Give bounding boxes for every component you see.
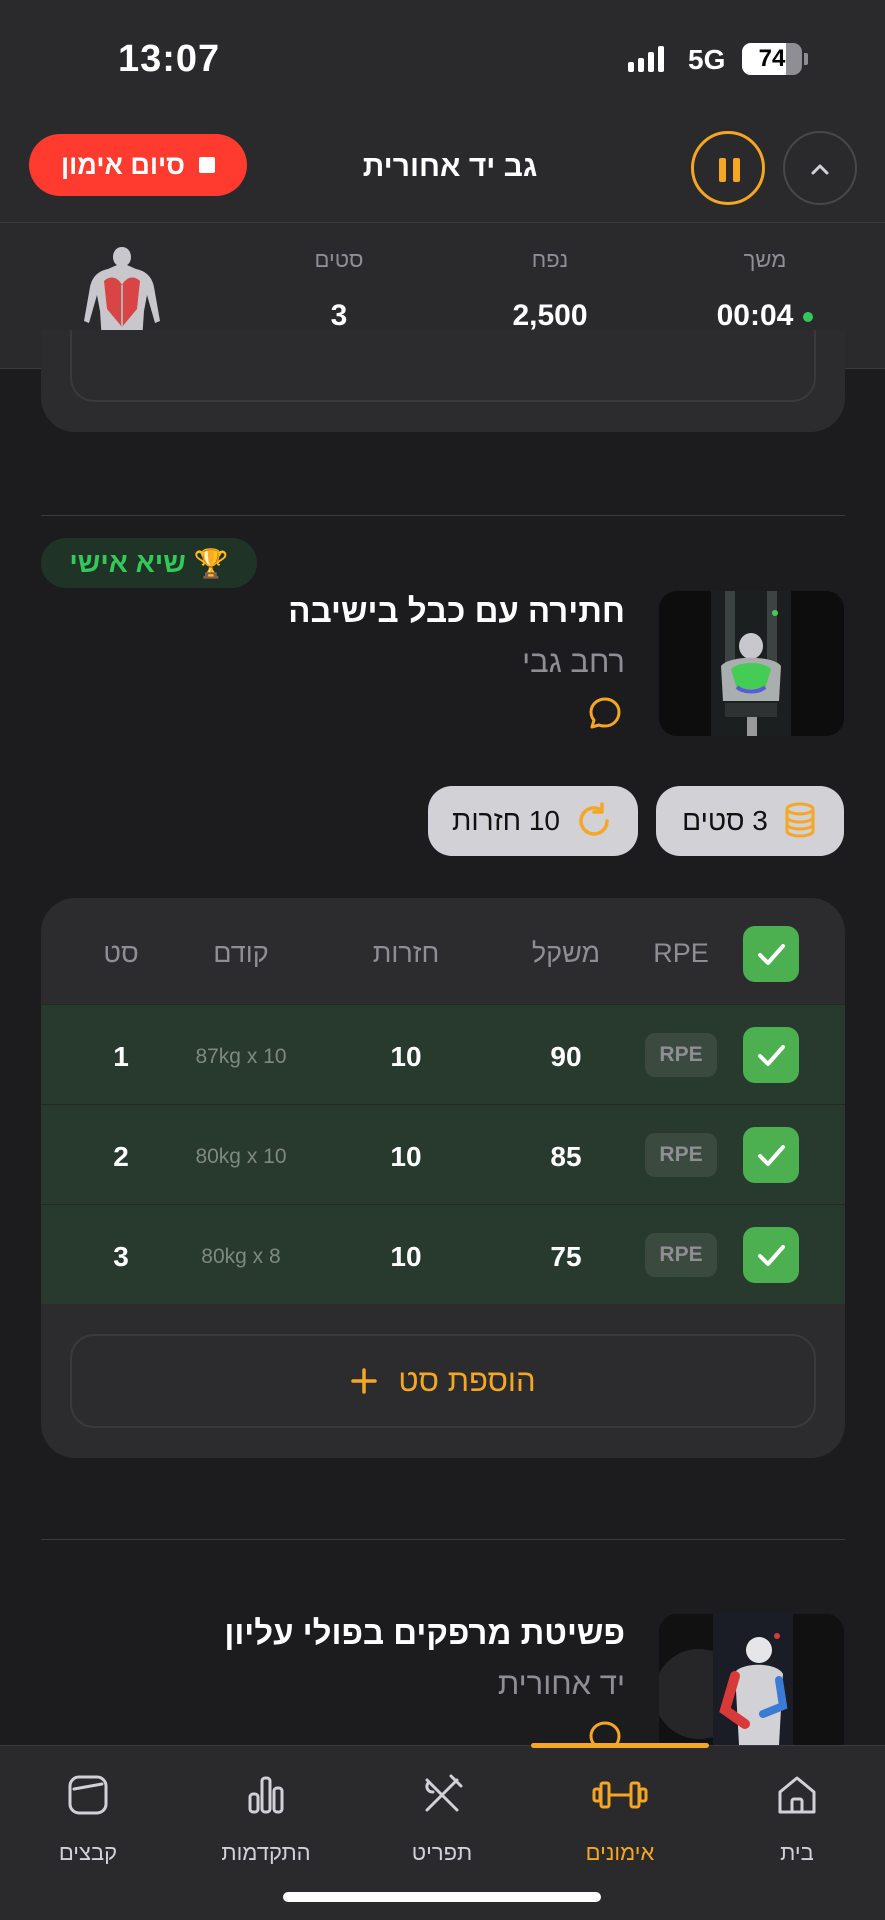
- folder-icon: [68, 1775, 108, 1815]
- check-all-checkbox[interactable]: [743, 926, 799, 982]
- trophy-icon: 🏆: [193, 547, 229, 579]
- tab-home[interactable]: בית: [727, 1770, 867, 1866]
- stop-icon: [199, 157, 216, 173]
- duration-stat-label: משך: [743, 247, 787, 272]
- battery-icon: 74: [742, 43, 802, 75]
- status-bar: 13:07 5G 74: [0, 0, 885, 120]
- status-time: 13:07: [118, 38, 221, 80]
- duration-stat: משך 00:04: [700, 247, 830, 333]
- exercise-muscle: יד אחורית: [497, 1666, 625, 1701]
- fork-knife-icon: [425, 1774, 463, 1812]
- signal-icon: [628, 46, 664, 72]
- weight-input[interactable]: 85: [501, 1141, 631, 1173]
- exercise-image[interactable]: [659, 1614, 844, 1745]
- tab-files[interactable]: קבצים: [18, 1770, 158, 1866]
- volume-stat-label: נפח: [531, 247, 569, 272]
- pr-badge-label: שיא אישי: [69, 547, 186, 578]
- tab-workouts[interactable]: אימונים: [550, 1770, 690, 1866]
- sets-pill-label: 3 סטים: [682, 805, 768, 836]
- tab-menu-label: תפריט: [411, 1840, 473, 1865]
- table-row: 3 80kg x 8 10 75 RPE: [41, 1204, 845, 1304]
- end-workout-button[interactable]: סיום אימון: [29, 134, 247, 196]
- weight-input[interactable]: 90: [501, 1041, 631, 1073]
- exercise-image[interactable]: [659, 591, 844, 736]
- end-workout-label: סיום אימון: [60, 149, 186, 180]
- checkmark-icon: [758, 944, 785, 965]
- set-complete-checkbox[interactable]: [743, 1227, 799, 1283]
- set-number: 3: [113, 1241, 129, 1272]
- rpe-button[interactable]: RPE: [645, 1033, 717, 1077]
- home-icon: [778, 1776, 816, 1814]
- checkmark-icon: [758, 1245, 785, 1266]
- header-set: סט: [103, 938, 139, 968]
- weight-input[interactable]: 75: [501, 1241, 631, 1273]
- volume-stat-value: 2,500: [512, 299, 588, 332]
- add-set-button[interactable]: הוספת סט: [70, 1334, 816, 1428]
- sets-table: סט קודם חזרות משקל RPE 1 87kg x 10 10 90…: [41, 898, 845, 1458]
- rpe-button[interactable]: RPE: [645, 1233, 717, 1277]
- previous-value[interactable]: 87kg x 10: [171, 1045, 311, 1069]
- header-rpe: RPE: [653, 938, 709, 968]
- workout-header: סיום אימון גב יד אחורית: [0, 120, 885, 223]
- previous-value[interactable]: 80kg x 10: [171, 1145, 311, 1169]
- header-previous: קודם: [213, 938, 269, 968]
- tab-files-label: קבצים: [58, 1840, 118, 1865]
- previous-value[interactable]: 80kg x 8: [171, 1245, 311, 1269]
- personal-record-badge: 🏆 שיא אישי: [41, 538, 257, 588]
- refresh-icon: [579, 802, 609, 836]
- rpe-button[interactable]: RPE: [645, 1133, 717, 1177]
- pause-button[interactable]: [691, 131, 765, 205]
- divider: [41, 515, 845, 516]
- sets-stat: סטים 3: [299, 247, 379, 333]
- tab-home-label: בית: [780, 1840, 814, 1865]
- reps-pill-label: 10 חזרות: [452, 805, 560, 836]
- plus-icon: [351, 1368, 378, 1394]
- set-complete-checkbox[interactable]: [743, 1027, 799, 1083]
- previous-add-set-button[interactable]: [70, 330, 816, 402]
- set-number: 1: [113, 1041, 129, 1072]
- tab-progress[interactable]: התקדמות: [196, 1770, 336, 1866]
- sets-pill[interactable]: 3 סטים: [656, 786, 844, 856]
- header-reps: חזרות: [372, 938, 440, 968]
- network-label: 5G: [688, 44, 726, 75]
- reps-input[interactable]: 10: [341, 1041, 471, 1073]
- reps-input[interactable]: 10: [341, 1241, 471, 1273]
- collapse-button[interactable]: [783, 131, 857, 205]
- workout-title: גב יד אחורית: [362, 150, 538, 183]
- chevron-up-icon: [811, 164, 829, 175]
- checkmark-icon: [758, 1045, 785, 1066]
- exercise-name[interactable]: פשיטת מרפקים בפולי עליון: [224, 1614, 625, 1652]
- table-row: 1 87kg x 10 10 90 RPE: [41, 1004, 845, 1104]
- exercise-muscle: רחב גבי: [522, 644, 625, 679]
- home-indicator: [283, 1892, 601, 1902]
- tab-menu[interactable]: תפריט: [372, 1770, 512, 1866]
- bar-chart-icon: [248, 1776, 284, 1814]
- sets-stat-value: 3: [330, 299, 348, 332]
- volume-stat: נפח 2,500: [490, 247, 610, 333]
- sets-stat-label: סטים: [314, 247, 364, 272]
- tab-progress-label: התקדמות: [221, 1840, 311, 1865]
- checkmark-icon: [758, 1145, 785, 1166]
- set-number: 2: [113, 1141, 129, 1172]
- reps-input[interactable]: 10: [341, 1141, 471, 1173]
- exercise-name[interactable]: חתירה עם כבל בישיבה: [288, 592, 625, 630]
- dumbbell-icon: [592, 1781, 648, 1809]
- tab-workouts-label: אימונים: [585, 1840, 655, 1865]
- previous-exercise-card: [41, 330, 845, 432]
- active-tab-indicator: [531, 1743, 709, 1748]
- coin-stack-icon: [785, 802, 815, 838]
- duration-stat-value: 00:04: [716, 299, 794, 332]
- table-row: 2 80kg x 10 10 85 RPE: [41, 1104, 845, 1204]
- battery-level: 74: [758, 45, 786, 72]
- comment-icon[interactable]: [586, 694, 624, 732]
- reps-pill[interactable]: 10 חזרות: [428, 786, 638, 856]
- add-set-label: הוספת סט: [398, 1363, 536, 1398]
- set-complete-checkbox[interactable]: [743, 1127, 799, 1183]
- divider: [41, 1539, 845, 1540]
- live-indicator: [803, 312, 814, 323]
- header-weight: משקל: [531, 938, 601, 968]
